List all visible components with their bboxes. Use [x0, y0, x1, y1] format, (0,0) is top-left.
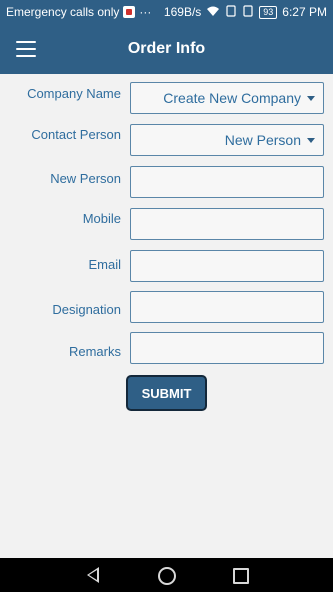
company-name-label: Company Name — [27, 86, 121, 101]
company-name-select[interactable]: Create New Company — [130, 82, 324, 114]
email-input[interactable] — [130, 250, 324, 282]
contact-person-selected: New Person — [224, 132, 301, 148]
remarks-input[interactable] — [130, 332, 324, 364]
page-title: Order Info — [127, 40, 206, 57]
status-bar: Emergency calls only ··· 169B/s 93 6:27 … — [0, 0, 333, 24]
contact-person-label: Contact Person — [31, 127, 121, 142]
dropdown-caret-icon — [307, 96, 315, 101]
mobile-label: Mobile — [82, 211, 121, 226]
new-person-label: New Person — [50, 171, 121, 186]
status-left: Emergency calls only ··· — [6, 5, 151, 19]
battery-icon: 93 — [259, 5, 278, 19]
new-person-input[interactable] — [130, 166, 324, 198]
company-name-selected: Create New Company — [163, 90, 301, 106]
submit-button[interactable]: SUBMIT — [126, 375, 207, 411]
contact-person-select[interactable]: New Person — [130, 124, 324, 156]
more-notifications-icon: ··· — [139, 5, 152, 19]
remarks-label: Remarks — [68, 344, 121, 359]
carrier-text: Emergency calls only — [6, 5, 120, 19]
notification-app-icon — [123, 6, 136, 18]
sim-icon-2 — [242, 4, 254, 20]
home-icon[interactable] — [158, 567, 176, 585]
status-right: 169B/s 93 6:27 PM — [163, 4, 327, 20]
wifi-icon — [206, 5, 220, 20]
designation-input[interactable] — [130, 291, 324, 323]
system-nav-bar — [0, 558, 333, 592]
status-time: 6:27 PM — [282, 5, 327, 19]
network-speed: 169B/s — [163, 5, 202, 19]
mobile-input[interactable] — [130, 208, 324, 240]
recent-apps-icon[interactable] — [233, 568, 249, 584]
back-icon[interactable] — [87, 567, 99, 583]
app-bar: Order Info — [0, 24, 333, 74]
sim-icon — [225, 4, 237, 20]
email-label: Email — [88, 257, 121, 272]
dropdown-caret-icon — [307, 138, 315, 143]
designation-label: Designation — [52, 302, 121, 317]
